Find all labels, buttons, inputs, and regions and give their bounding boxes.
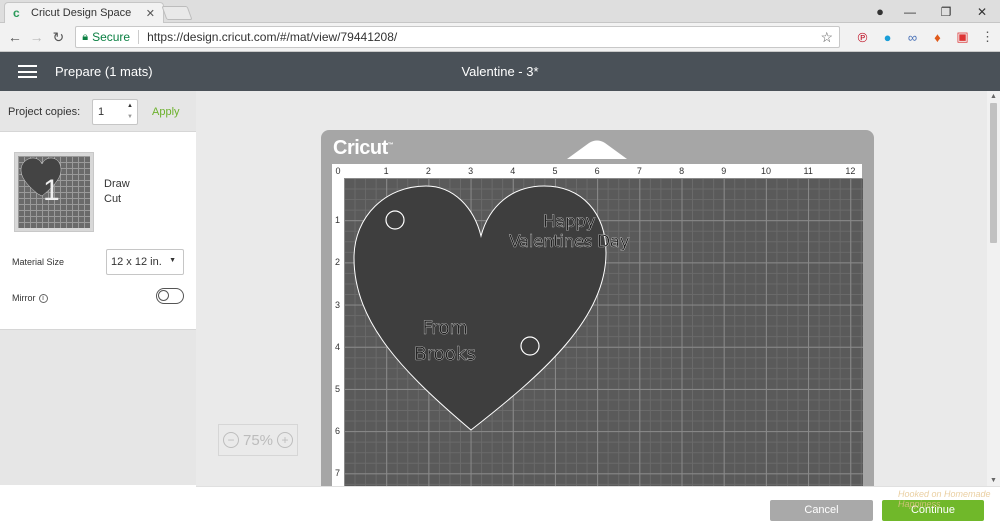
reload-icon[interactable]: ↻ (47, 29, 69, 46)
mat-thumbnail-grid: 1 (18, 156, 90, 228)
draw-label: Draw (104, 178, 130, 190)
ruler-y-tick: 6 (335, 426, 341, 437)
ruler-x-tick: 12 (845, 166, 856, 176)
project-title: Valentine - 3* (461, 64, 539, 79)
zoom-in-button[interactable]: + (277, 432, 293, 448)
project-copies-input[interactable]: 1 ▲ ▼ (92, 99, 138, 125)
text-from-brooks[interactable]: From Brooks (414, 315, 476, 367)
cut-label: Cut (104, 193, 122, 205)
ruler-x-tick: 9 (721, 166, 727, 176)
ruler-y-tick: 1 (335, 215, 341, 226)
footer-bar: Cancel Continue Hooked on Homemade Happi… (196, 486, 1000, 527)
cutting-mat: Cricut™ 0 1 2 3 4 5 6 7 8 9 10 11 12 1234567 Happy V… (321, 130, 874, 486)
bookmark-star-icon[interactable]: ☆ (820, 29, 833, 46)
material-size-value: 12 x 12 in. (111, 256, 162, 268)
calendar-extension-icon[interactable]: ▣ (950, 29, 975, 45)
fire-extension-icon[interactable]: ♦ (925, 30, 950, 45)
extensions: ℗ ● ∞ ♦ ▣ ⋮ (850, 29, 1000, 45)
mat-surface: 0 1 2 3 4 5 6 7 8 9 10 11 12 1234567 Happy Valentine… (332, 164, 863, 486)
zoom-control: − 75% + (218, 424, 298, 456)
lock-icon: 🔒︎ (82, 30, 89, 43)
ruler-y-tick: 2 (335, 257, 341, 268)
profile-icon[interactable]: ● (868, 4, 892, 19)
cricut-logo-text: Cricut (333, 137, 388, 159)
restore-button[interactable]: ❐ (928, 5, 964, 19)
ruler-x-tick: 11 (803, 166, 813, 176)
address-bar[interactable]: 🔒︎ Secure https://design.cricut.com/#/ma… (75, 26, 840, 48)
zoom-out-button[interactable]: − (223, 432, 239, 448)
text-line-brooks: Brooks (414, 343, 476, 365)
url-text[interactable]: https://design.cricut.com/#/mat/view/794… (147, 30, 397, 44)
ruler-x-tick: 8 (679, 166, 685, 176)
zoom-level: 75% (242, 431, 274, 449)
project-copies-value: 1 (98, 106, 105, 118)
cricut-logo: Cricut™ (333, 137, 394, 159)
scroll-up-icon[interactable]: ▲ (990, 93, 997, 100)
browser-menu-icon[interactable]: ⋮ (975, 29, 1000, 45)
text-happy-valentines[interactable]: Happy Valentines Day (509, 212, 630, 252)
info-icon[interactable]: i (38, 293, 48, 303)
mirror-toggle-knob (158, 290, 169, 301)
ruler-x-tick: 1 (383, 166, 389, 176)
ruler-x-tick: 6 (594, 166, 600, 176)
mat-list-panel: 1 Draw Cut Material Size 12 x 12 in. ▼ M… (0, 131, 196, 330)
ruler-y-tick: 4 (335, 341, 341, 352)
material-size-label: Material Size (12, 257, 65, 267)
link-extension-icon[interactable]: ∞ (900, 30, 925, 45)
ruler-x-tick: 5 (552, 166, 558, 176)
text-line-valentines-day: Valentines Day (509, 232, 630, 252)
ruler-y-tick: 5 (335, 384, 341, 394)
footer-left (0, 486, 196, 527)
ruler-x-tick: 0 (335, 166, 341, 176)
cancel-button[interactable]: Cancel (770, 500, 873, 521)
spin-down-icon[interactable]: ▼ (127, 114, 133, 120)
material-size-select[interactable]: 12 x 12 in. ▼ (106, 249, 184, 275)
secure-label: Secure (92, 30, 140, 44)
project-copies-label: Project copies: (8, 106, 81, 118)
cricut-favicon-icon: c (13, 6, 20, 20)
mirror-toggle[interactable] (156, 288, 184, 304)
ruler-x-tick: 2 (425, 166, 431, 176)
text-line-from: From (422, 317, 468, 339)
ruler-x-tick: 3 (468, 166, 474, 176)
pinterest-icon[interactable]: ℗ (850, 30, 875, 45)
dropdown-caret-icon: ▼ (169, 257, 176, 264)
app-header: Prepare (1 mats) Valentine - 3* (0, 52, 1000, 91)
forward-icon[interactable]: → (26, 29, 48, 45)
extension-blue-icon[interactable]: ● (875, 30, 900, 45)
ruler-y-tick: 3 (335, 299, 341, 310)
left-panel: Project copies: 1 ▲ ▼ Apply 1 Draw Cut M… (0, 91, 196, 485)
scroll-thumb[interactable] (990, 103, 997, 243)
text-line-happy: Happy (542, 212, 596, 232)
ruler-y-tick: 7 (335, 468, 341, 479)
ruler-x-tick: 4 (510, 166, 516, 176)
vertical-scrollbar[interactable]: ▲ ▼ (987, 91, 1000, 486)
scroll-down-icon[interactable]: ▼ (990, 477, 997, 484)
window-controls: ● — ❐ ✕ (868, 0, 1000, 23)
ruler-x-tick: 10 (760, 166, 772, 176)
spin-up-icon[interactable]: ▲ (127, 103, 133, 109)
tab-close-icon[interactable]: ✕ (146, 7, 155, 20)
back-icon[interactable]: ← (4, 29, 26, 45)
new-tab-button[interactable] (161, 6, 193, 20)
tab-title: Cricut Design Space (31, 7, 132, 19)
browser-toolbar: ← → ↻ 🔒︎ Secure https://design.cricut.co… (0, 23, 1000, 52)
apply-button[interactable]: Apply (152, 106, 180, 118)
browser-tab[interactable]: c Cricut Design Space ✕ (4, 2, 164, 23)
minimize-button[interactable]: — (892, 5, 928, 19)
ruler-x-tick: 7 (636, 166, 642, 176)
mat-preview-canvas: Cricut™ 0 1 2 3 4 5 6 7 8 9 10 11 12 1234567 Happy V… (196, 91, 987, 486)
mirror-label-row: Mirror i (12, 293, 48, 303)
watermark: Hooked on Homemade Happiness (898, 489, 991, 509)
mirror-label: Mirror (12, 293, 36, 303)
mat-handle (567, 140, 627, 159)
browser-tab-strip: c Cricut Design Space ✕ ● — ❐ ✕ (0, 0, 1000, 23)
mat-number: 1 (43, 174, 60, 207)
mat-grid: Happy Valentines Day From Brooks (344, 178, 863, 486)
close-window-button[interactable]: ✕ (964, 5, 1000, 19)
mat-thumbnail[interactable]: 1 (14, 152, 94, 232)
